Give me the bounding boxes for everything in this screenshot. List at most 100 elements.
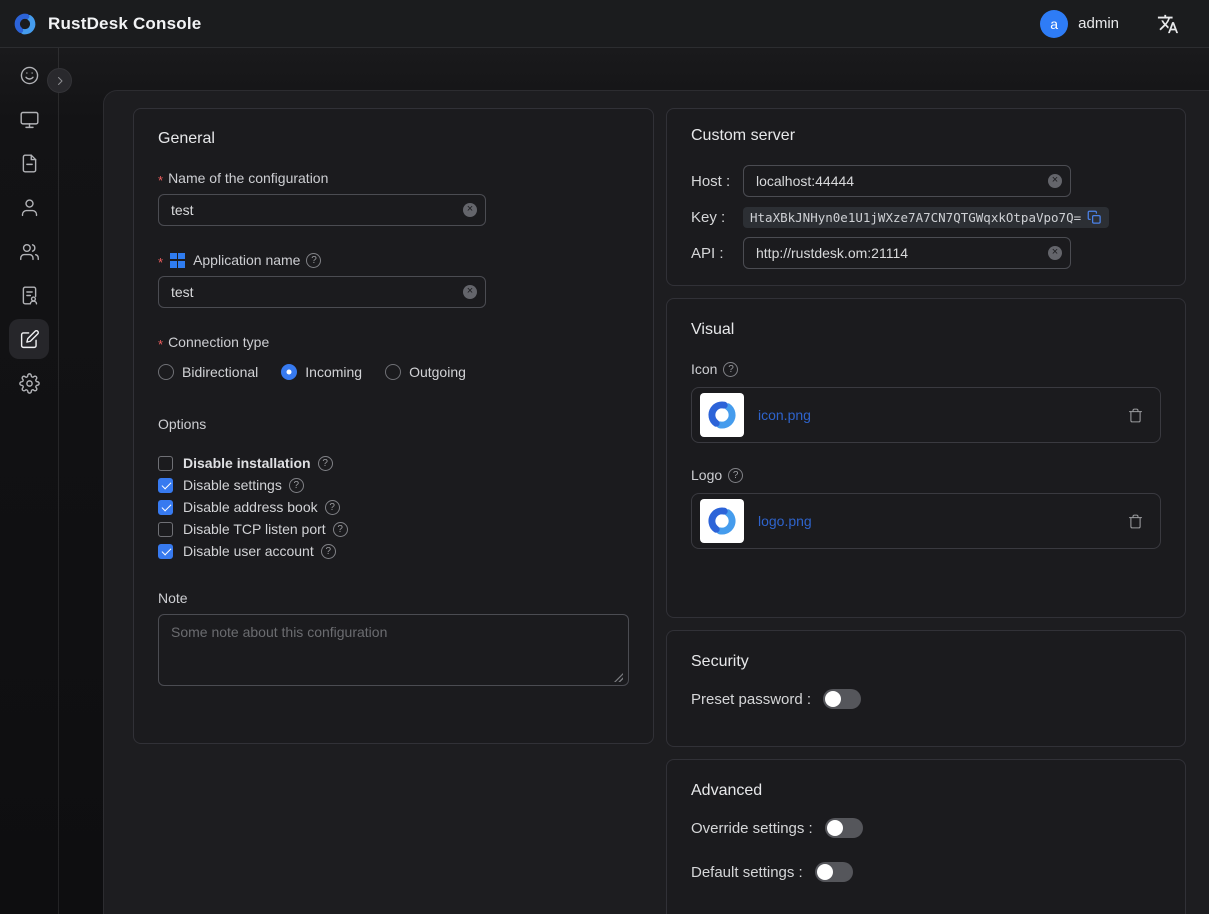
icon-file-row: icon.png [691,387,1161,443]
sidebar-item-groups[interactable] [9,231,49,271]
icon-file-link[interactable]: icon.png [758,407,811,423]
key-value-chip: HtaXBkJNHyn0e1U1jWXze7A7CN7QTGWqxkOtpaVp… [743,207,1109,228]
copy-icon[interactable] [1087,210,1102,225]
icon-thumbnail [700,393,744,437]
general-title: General [158,130,629,148]
logo-file-link[interactable]: logo.png [758,513,812,529]
preset-password-label: Preset password : [691,691,811,708]
checkbox-disable-user-account[interactable]: Disable user account ? [158,540,629,562]
preset-password-row: Preset password : [691,689,1161,709]
default-settings-label: Default settings : [691,864,803,881]
note-field [158,614,629,691]
config-name-label: * Name of the configuration [158,170,629,186]
topbar: RustDesk Console a admin [0,0,1209,48]
checkbox-disable-tcp-listen-port[interactable]: Disable TCP listen port ? [158,518,629,540]
host-row: Host : × [691,165,1161,197]
main-content: General * Name of the configuration × * … [103,90,1209,914]
override-settings-toggle[interactable] [825,818,863,838]
radio-icon[interactable] [281,364,297,380]
radio-outgoing[interactable]: Outgoing [385,364,466,380]
users-icon [19,241,40,262]
toggle-knob [817,864,833,880]
checkbox-icon[interactable] [158,478,173,493]
sidebar-item-users[interactable] [9,187,49,227]
api-row: API : × [691,237,1161,269]
rustdesk-logo-icon [705,398,739,432]
checkbox-icon[interactable] [158,544,173,559]
chevron-right-icon [54,75,66,87]
connection-type-group: Bidirectional Incoming Outgoing [158,364,629,380]
help-icon[interactable]: ? [318,456,333,471]
sidebar-expand-button[interactable] [47,68,72,93]
monitor-icon [19,109,40,130]
required-marker: * [158,337,163,352]
icon-label: Icon ? [691,361,1161,377]
default-settings-toggle[interactable] [815,862,853,882]
user-avatar[interactable]: a [1040,10,1068,38]
host-input[interactable] [743,165,1071,197]
radio-icon[interactable] [158,364,174,380]
required-marker: * [158,255,163,270]
sidebar-item-settings[interactable] [9,363,49,403]
toggle-knob [825,691,841,707]
app-name-field: × [158,276,486,308]
checkbox-disable-installation[interactable]: Disable installation ? [158,452,629,474]
rustdesk-logo-icon [12,11,38,37]
user-name[interactable]: admin [1078,15,1119,32]
help-icon[interactable]: ? [723,362,738,377]
smiley-icon [19,65,40,86]
sidebar-item-dashboard[interactable] [9,55,49,95]
trash-icon[interactable] [1127,407,1144,424]
radio-icon[interactable] [385,364,401,380]
gear-icon [19,373,40,394]
general-card: General * Name of the configuration × * … [133,108,654,744]
advanced-card: Advanced Override settings : Default set… [666,759,1186,914]
checkbox-disable-address-book[interactable]: Disable address book ? [158,496,629,518]
security-card: Security Preset password : [666,630,1186,747]
sidebar-item-audit[interactable] [9,275,49,315]
clear-icon[interactable]: × [1048,174,1062,188]
sidebar-item-devices[interactable] [9,99,49,139]
clear-icon[interactable]: × [463,203,477,217]
help-icon[interactable]: ? [728,468,743,483]
clear-icon[interactable]: × [1048,246,1062,260]
connection-type-label: * Connection type [158,334,629,350]
options-group: Disable installation ? Disable settings … [158,452,629,562]
checkbox-icon[interactable] [158,456,173,471]
help-icon[interactable]: ? [333,522,348,537]
checkbox-icon[interactable] [158,500,173,515]
required-marker: * [158,173,163,188]
config-name-input[interactable] [158,194,486,226]
clear-icon[interactable]: × [463,285,477,299]
key-row: Key : HtaXBkJNHyn0e1U1jWXze7A7CN7QTGWqxk… [691,207,1161,228]
help-icon[interactable]: ? [325,500,340,515]
user-icon [19,197,40,218]
help-icon[interactable]: ? [306,253,321,268]
translate-icon[interactable] [1157,13,1179,35]
windows-icon [170,253,185,268]
file-user-icon [19,285,40,306]
app-name-label: * Application name ? [158,252,629,268]
logo-thumbnail [700,499,744,543]
sidebar-item-custom-clients[interactable] [9,319,49,359]
override-settings-row: Override settings : [691,818,1161,838]
app-name-input[interactable] [158,276,486,308]
note-textarea[interactable] [158,614,629,686]
help-icon[interactable]: ? [289,478,304,493]
app-body: General * Name of the configuration × * … [0,48,1209,914]
file-icon [19,153,40,174]
custom-server-card: Custom server Host : × Key : HtaXBkJNHyn… [666,108,1186,286]
preset-password-toggle[interactable] [823,689,861,709]
radio-incoming[interactable]: Incoming [281,364,362,380]
host-field: × [743,165,1071,197]
visual-card: Visual Icon ? icon.png Logo ? [666,298,1186,618]
api-input[interactable] [743,237,1071,269]
checkbox-disable-settings[interactable]: Disable settings ? [158,474,629,496]
api-label: API : [691,245,743,262]
checkbox-icon[interactable] [158,522,173,537]
sidebar-item-logs[interactable] [9,143,49,183]
help-icon[interactable]: ? [321,544,336,559]
default-settings-row: Default settings : [691,862,1161,882]
trash-icon[interactable] [1127,513,1144,530]
radio-bidirectional[interactable]: Bidirectional [158,364,258,380]
